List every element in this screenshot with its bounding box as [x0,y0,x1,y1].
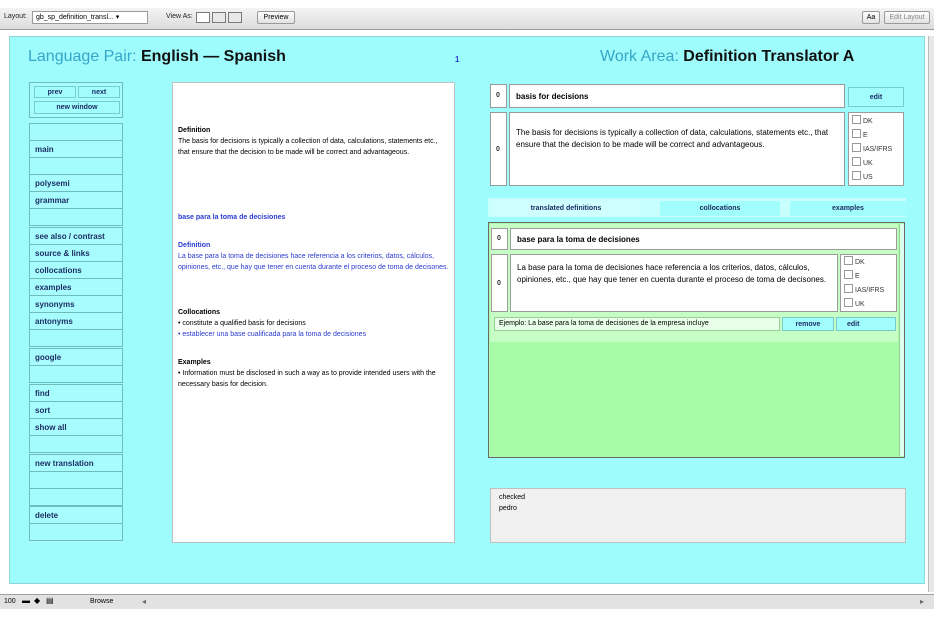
definition-heading: Definition [178,127,211,134]
translated-definition-field[interactable]: La base para la toma de decisiones hace … [510,254,838,312]
definition-text: The basis for decisions is typically a c… [178,138,438,156]
prev-button[interactable]: prev [34,86,76,98]
translated-region-uk[interactable]: UK [844,298,865,308]
sidebar-spacer [29,208,123,226]
sidebar-spacer [29,157,123,175]
preview-button[interactable]: Preview [257,11,295,24]
tab-collocations[interactable]: collocations [660,201,780,216]
notes-field[interactable]: checked pedro [490,488,906,543]
collocation-spanish: • establecer una base cualificada para l… [178,331,367,338]
sidebar-item-grammar[interactable]: grammar [29,191,123,209]
portal-scrollbar[interactable] [899,224,904,456]
zoom-in-icon[interactable]: ◆ [34,596,40,605]
sidebar-item-collocations[interactable]: collocations [29,261,123,279]
layout-toolbar: Layout: gb_sp_definition_transl... ▾ Vie… [0,8,934,30]
sidebar-spacer [29,435,123,453]
definition-number-cell: 0 [490,112,507,186]
work-area-value: Definition Translator A [683,48,855,65]
next-button[interactable]: next [78,86,120,98]
sidebar-item-synonyms[interactable]: synonyms [29,295,123,313]
sidebar-item-polysemi[interactable]: polysemi [29,174,123,192]
sidebar-item-find[interactable]: find [29,384,123,402]
language-pair-label: Language Pair: [28,48,137,65]
language-pair-value: English — Spanish [140,48,286,65]
example-text: • Information must be disclosed in such … [178,370,436,388]
edit-layout-button[interactable]: Edit Layout [884,11,930,24]
navigation-group: prev next new window [29,82,123,118]
translated-term-field[interactable]: base para la toma de decisiones [510,228,897,250]
spanish-definition-heading: Definition [178,242,211,249]
sidebar-item-sort[interactable]: sort [29,401,123,419]
text-format-button[interactable]: Aa [862,11,880,24]
scroll-left-icon[interactable]: ◂ [142,597,146,606]
sidebar-spacer [29,523,123,541]
new-window-button[interactable]: new window [34,101,120,114]
sidebar-item-source-links[interactable]: source & links [29,244,123,262]
notes-line-checked: checked [499,494,526,501]
table-view-icon[interactable] [228,12,242,23]
sidebar-item-see-also[interactable]: see also / contrast [29,227,123,245]
notes-line-author: pedro [499,505,517,512]
sidebar-spacer [29,123,123,141]
examples-heading: Examples [178,359,211,366]
definition-number: 0 [496,146,500,153]
source-region-ias-ifrs[interactable]: IAS/IFRS [852,143,892,153]
collocations-heading: Collocations [178,309,221,316]
sidebar-spacer [29,488,123,506]
work-area-label: Work Area: [600,48,679,65]
translated-region-dk[interactable]: DK [844,256,865,266]
tab-examples[interactable]: examples [790,201,906,216]
work-area-header: Work Area: Definition Translator A [600,48,854,66]
source-region-us[interactable]: US [852,171,873,181]
zoom-out-icon[interactable]: ▬ [22,596,30,605]
form-view-icon[interactable] [196,12,210,23]
remove-button[interactable]: remove [782,317,834,331]
source-region-e[interactable]: E [852,129,868,139]
source-region-dk[interactable]: DK [852,115,873,125]
source-region-uk[interactable]: UK [852,157,873,167]
sidebar-item-examples[interactable]: examples [29,278,123,296]
source-edit-button[interactable]: edit [848,87,904,107]
sidebar-item-main[interactable]: main [29,140,123,158]
list-view-icon[interactable] [212,12,226,23]
translated-definition-number-cell: 0 [491,254,508,312]
layout-label: Layout: [4,13,27,20]
sidebar-item-show-all[interactable]: show all [29,418,123,436]
source-definition-field[interactable]: The basis for decisions is typically a c… [509,112,845,186]
translated-edit-button[interactable]: edit [836,317,896,331]
tab-translated-definitions[interactable]: translated definitions [492,201,640,216]
example-field[interactable]: Ejemplo: La base para la toma de decisio… [494,317,780,331]
scroll-right-icon[interactable]: ▸ [920,597,924,606]
vertical-scrollbar[interactable] [928,36,934,592]
translated-region-e[interactable]: E [844,270,860,280]
term-number-cell: 0 [490,84,507,108]
sidebar-spacer [29,471,123,489]
sidebar-item-delete[interactable]: delete [29,506,123,524]
spanish-term: base para la toma de decisiones [178,214,286,221]
translated-definition-number: 0 [497,280,501,287]
layout-select[interactable]: gb_sp_definition_transl... ▾ [32,11,148,24]
sidebar-item-new-translation[interactable]: new translation [29,454,123,472]
mode-indicator[interactable]: Browse [90,598,113,605]
status-area-toggle-icon[interactable]: ▤ [46,596,54,605]
collocation-english: • constitute a qualified basis for decis… [178,320,306,327]
translated-term-number-cell: 0 [491,228,508,250]
translated-region-ias-ifrs[interactable]: IAS/IFRS [844,284,884,294]
record-count: 1 [455,55,460,64]
status-bar: 100 ▬ ◆ ▤ Browse ◂ ▸ [0,594,934,609]
sidebar-item-google[interactable]: google [29,348,123,366]
spanish-definition-text: La base para la toma de decisiones hace … [178,253,449,271]
sidebar-spacer [29,365,123,383]
zoom-level[interactable]: 100 [4,598,16,605]
view-as-label: View As: [166,13,193,20]
sidebar-item-antonyms[interactable]: antonyms [29,312,123,330]
language-pair-header: Language Pair: English — Spanish [28,48,286,66]
sidebar-spacer [29,329,123,347]
source-term-field[interactable]: basis for decisions [509,84,845,108]
translated-term-number: 0 [497,235,501,242]
term-number: 0 [496,92,500,99]
